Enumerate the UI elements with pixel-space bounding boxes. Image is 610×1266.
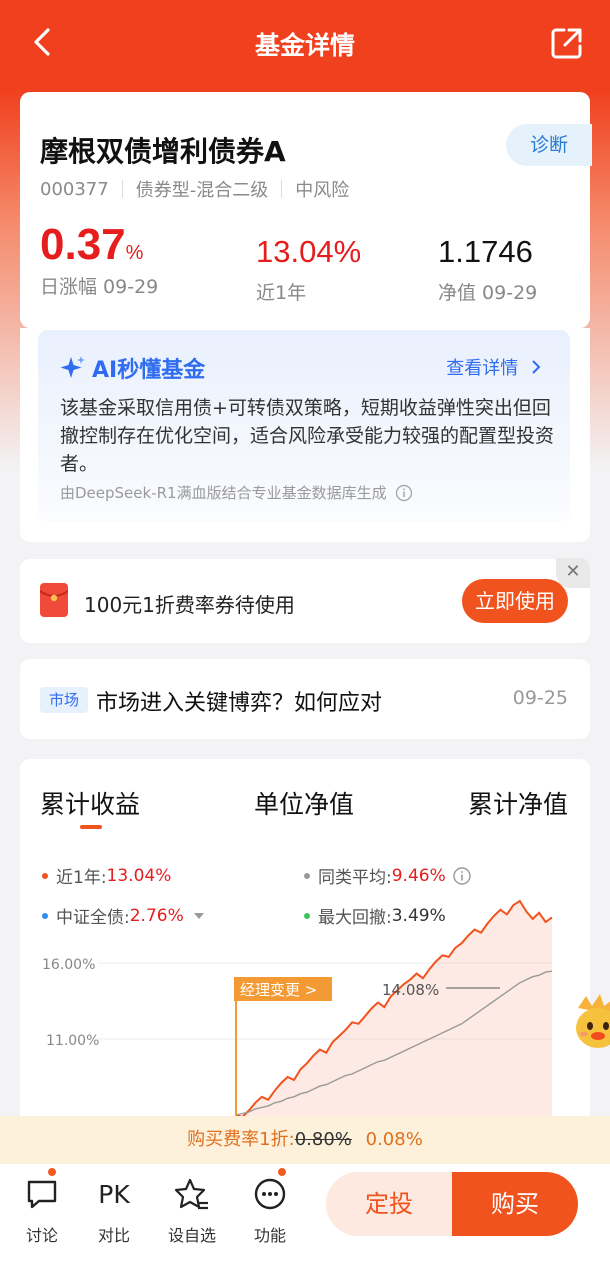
fund-type: 债券型-混合二级	[135, 180, 269, 201]
fund-summary-card: 摩根双债增利债券A 诊断 000377 债券型-混合二级 中风险 0.37% 日…	[20, 92, 592, 328]
ai-summary-text: 该基金采取信用债+可转债双策略，短期收益弹性突出但回撤控制存在优化空间，适合风险…	[60, 397, 555, 475]
fund-tags: 000377 债券型-混合二级 中风险	[40, 176, 349, 202]
ai-detail-label: 查看详情	[446, 358, 519, 379]
return-line-chart[interactable]: 16.00% 11.00% 经理变更 > 14.08%	[20, 759, 590, 1169]
fund-name: 摩根双债增利债券A	[40, 135, 286, 168]
daily-change-unit: %	[125, 242, 144, 264]
y-tick-label: 16.00%	[42, 957, 95, 973]
manager-change-label: 经理变更 >	[240, 981, 317, 999]
functions-label: 功能	[253, 1226, 286, 1245]
one-year-stat: 13.04% 近1年	[256, 234, 361, 305]
series-area	[236, 901, 552, 1117]
notification-dot	[276, 1166, 288, 1178]
y-tick-label: 11.00%	[46, 1033, 99, 1049]
compare-button[interactable]: PK 对比	[82, 1176, 146, 1246]
buy-button[interactable]: 购买	[452, 1172, 578, 1236]
discussion-button[interactable]: 讨论	[10, 1176, 74, 1246]
nav-label: 净值 09-29	[438, 282, 538, 304]
ai-summary-box[interactable]: AI秒懂基金 查看详情 该基金采取信用债+可转债双策略，短期收益弹性突出但回撤控…	[38, 330, 570, 522]
fund-code: 000377	[40, 178, 109, 200]
red-envelope-icon	[39, 583, 69, 617]
star-add-icon	[160, 1176, 224, 1212]
news-date: 09-25	[512, 687, 568, 709]
add-watchlist-button[interactable]: 设自选	[160, 1176, 224, 1246]
daily-change-label: 日涨幅 09-29	[40, 276, 159, 298]
one-year-value: 13.04%	[256, 234, 362, 269]
ai-summary-card: AI秒懂基金 查看详情 该基金采取信用债+可转债双策略，短期收益弹性突出但回撤控…	[20, 328, 590, 542]
ai-footnote: 由DeepSeek-R1满血版结合专业基金数据库生成	[60, 482, 413, 503]
news-title: 市场进入关键博弈？如何应对	[96, 691, 383, 716]
divider	[281, 180, 283, 198]
nav-value: 1.1746	[438, 234, 533, 269]
max-value-label: 14.08%	[382, 981, 439, 999]
coupon-card: 100元1折费率券待使用 立即使用	[20, 559, 590, 643]
chevron-right-icon	[532, 360, 541, 374]
use-coupon-button[interactable]: 立即使用	[462, 579, 568, 623]
news-tag: 市场	[40, 687, 88, 713]
fee-discounted: 0.08%	[365, 1129, 423, 1150]
fee-discount-bar: 购买费率1折:0.80% 0.08%	[0, 1116, 610, 1164]
info-icon[interactable]	[395, 484, 413, 502]
fee-original: 0.80%	[294, 1129, 352, 1150]
sparkle-icon	[60, 356, 85, 378]
page-title: 基金详情	[254, 31, 355, 60]
ai-detail-link[interactable]: 查看详情	[446, 354, 542, 380]
coupon-text: 100元1折费率券待使用	[84, 593, 295, 617]
pk-icon: PK	[98, 1179, 130, 1209]
ai-title-text: AI秒懂基金	[92, 358, 206, 383]
mascot-icon[interactable]	[572, 994, 610, 1050]
one-year-label: 近1年	[256, 282, 307, 304]
daily-change-stat: 0.37% 日涨幅 09-29	[40, 220, 158, 299]
compare-label: 对比	[97, 1226, 130, 1245]
functions-button[interactable]: 功能	[238, 1176, 302, 1246]
divider	[121, 180, 123, 198]
auto-invest-button[interactable]: 定投	[326, 1172, 452, 1236]
discussion-label: 讨论	[25, 1226, 58, 1245]
add-watchlist-label: 设自选	[167, 1226, 216, 1245]
nav-stat: 1.1746 净值 09-29	[438, 234, 537, 305]
daily-change-value: 0.37	[40, 220, 126, 269]
discussion-icon	[10, 1176, 74, 1212]
more-icon	[238, 1176, 302, 1212]
diagnose-button[interactable]: 诊断	[506, 124, 592, 166]
news-item[interactable]: 市场 市场进入关键博弈？如何应对 09-25	[20, 659, 590, 739]
close-icon[interactable]: ✕	[556, 558, 590, 588]
ai-footnote-text: 由DeepSeek-R1满血版结合专业基金数据库生成	[60, 484, 387, 502]
performance-chart-card: 累计收益 单位净值 累计净值 近1年: 13.04% 同类平均: 9.46% 中证全…	[20, 759, 590, 1169]
ai-title: AI秒懂基金	[60, 352, 205, 384]
bottom-action-bar: 讨论 PK 对比 设自选 功能 定投 购买	[0, 1164, 610, 1266]
fee-prefix: 购买费率1折:	[187, 1129, 295, 1150]
notification-dot	[46, 1166, 58, 1178]
fund-risk: 中风险	[295, 180, 350, 201]
nav-bar: 基金详情	[0, 0, 610, 86]
share-icon[interactable]	[550, 26, 584, 60]
